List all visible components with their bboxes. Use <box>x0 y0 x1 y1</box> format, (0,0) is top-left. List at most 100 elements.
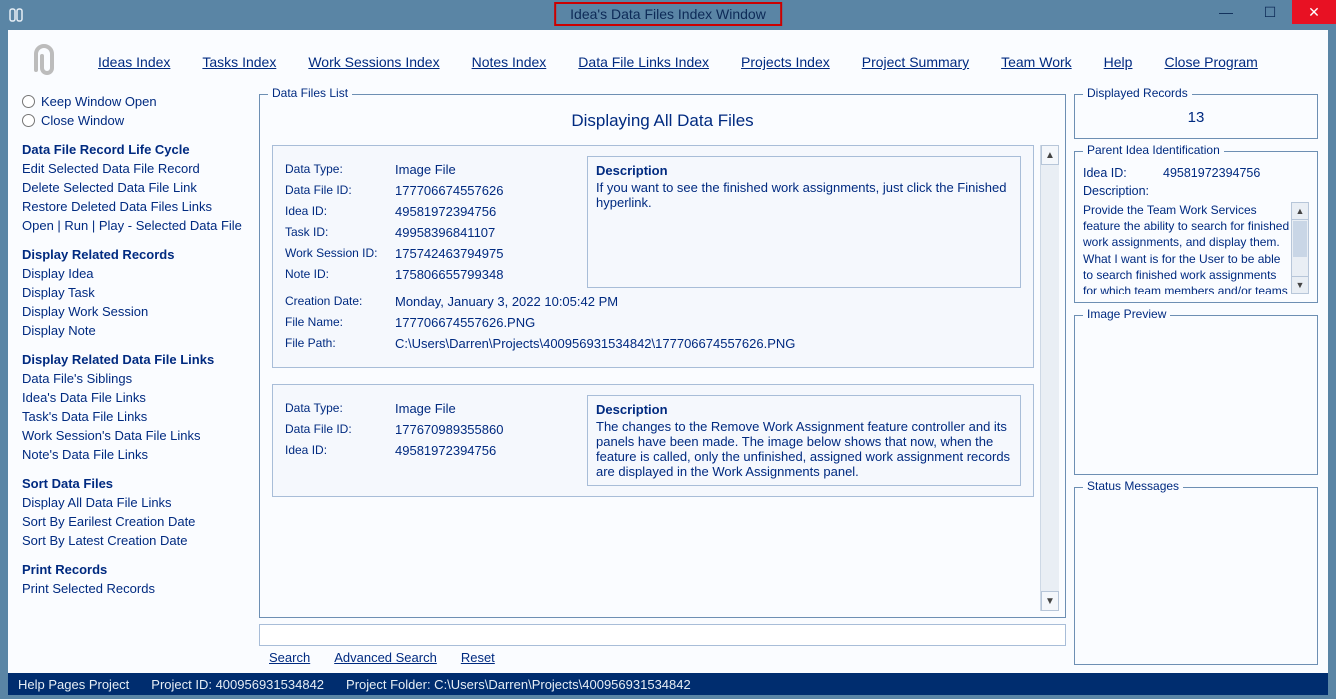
status-messages-group: Status Messages <box>1074 487 1318 665</box>
keep-window-open-radio[interactable]: Keep Window Open <box>22 94 247 109</box>
link-open-run-play[interactable]: Open | Run | Play - Selected Data File <box>22 218 247 233</box>
nav-notes-index[interactable]: Notes Index <box>472 54 547 70</box>
nav-help[interactable]: Help <box>1104 54 1133 70</box>
status-help-pages[interactable]: Help Pages Project <box>18 677 129 692</box>
link-ws-data-file-links[interactable]: Work Session's Data File Links <box>22 428 247 443</box>
link-display-all-links[interactable]: Display All Data File Links <box>22 495 247 510</box>
link-note-data-file-links[interactable]: Note's Data File Links <box>22 447 247 462</box>
label-data-file-id: Data File ID: <box>285 183 395 197</box>
value-data-type: Image File <box>395 401 456 416</box>
close-button[interactable]: ✕ <box>1292 0 1336 24</box>
label-task-id: Task ID: <box>285 225 395 239</box>
status-bar: Help Pages Project Project ID: 400956931… <box>8 673 1328 695</box>
search-link[interactable]: Search <box>269 650 310 665</box>
nav-work-sessions-index[interactable]: Work Sessions Index <box>308 54 439 70</box>
center-panel: Data Files List Displaying All Data File… <box>259 94 1066 665</box>
label-idea-id: Idea ID: <box>285 204 395 218</box>
data-files-list-group: Data Files List Displaying All Data File… <box>259 94 1066 618</box>
image-preview-group: Image Preview <box>1074 315 1318 475</box>
parent-desc-label: Description: <box>1083 184 1163 198</box>
parent-idea-legend: Parent Idea Identification <box>1083 143 1224 157</box>
displayed-records-legend: Displayed Records <box>1083 86 1192 100</box>
link-file-siblings[interactable]: Data File's Siblings <box>22 371 247 386</box>
nav-close-program[interactable]: Close Program <box>1164 54 1257 70</box>
status-messages-legend: Status Messages <box>1083 479 1183 493</box>
maximize-button[interactable]: ☐ <box>1248 0 1292 24</box>
nav-team-work[interactable]: Team Work <box>1001 54 1072 70</box>
left-panel: Keep Window Open Close Window Data File … <box>18 94 251 665</box>
label-file-path: File Path: <box>285 336 395 350</box>
nav-ideas-index[interactable]: Ideas Index <box>98 54 170 70</box>
heading-lifecycle: Data File Record Life Cycle <box>22 142 247 157</box>
label-file-name: File Name: <box>285 315 395 329</box>
records-list: Data Type:Image File Data File ID:177706… <box>266 145 1040 611</box>
record-description-box: Description The changes to the Remove Wo… <box>587 395 1021 486</box>
main-area: Keep Window Open Close Window Data File … <box>8 94 1328 673</box>
link-sort-earliest[interactable]: Sort By Earilest Creation Date <box>22 514 247 529</box>
search-input[interactable] <box>259 624 1066 646</box>
link-delete-link[interactable]: Delete Selected Data File Link <box>22 180 247 195</box>
window-controls: — ☐ ✕ <box>1204 0 1336 24</box>
value-data-file-id: 177706674557626 <box>395 183 503 198</box>
status-project-id: Project ID: 400956931534842 <box>151 677 324 692</box>
image-preview-legend: Image Preview <box>1083 307 1170 321</box>
parent-desc-scrollbar[interactable]: ▲ ▼ <box>1291 202 1309 294</box>
label-data-type: Data Type: <box>285 162 395 176</box>
link-display-work-session[interactable]: Display Work Session <box>22 304 247 319</box>
minimize-button[interactable]: — <box>1204 0 1248 24</box>
clip-icon <box>22 40 66 84</box>
heading-print: Print Records <box>22 562 247 577</box>
nav-project-summary[interactable]: Project Summary <box>862 54 969 70</box>
scroll-down-icon[interactable]: ▼ <box>1292 276 1308 293</box>
scroll-up-icon[interactable]: ▲ <box>1292 203 1308 220</box>
advanced-search-link[interactable]: Advanced Search <box>334 650 437 665</box>
parent-idea-id-label: Idea ID: <box>1083 166 1163 180</box>
heading-sort: Sort Data Files <box>22 476 247 491</box>
value-idea-id: 49581972394756 <box>395 204 496 219</box>
scroll-down-icon[interactable]: ▼ <box>1041 591 1059 611</box>
link-print-selected[interactable]: Print Selected Records <box>22 581 247 596</box>
value-task-id: 49958396841107 <box>395 225 495 240</box>
value-data-file-id: 177670989355860 <box>395 422 503 437</box>
records-scroll: Data Type:Image File Data File ID:177706… <box>266 145 1059 611</box>
link-restore-links[interactable]: Restore Deleted Data Files Links <box>22 199 247 214</box>
link-display-note[interactable]: Display Note <box>22 323 247 338</box>
label-data-type: Data Type: <box>285 401 395 415</box>
scroll-thumb[interactable] <box>1293 221 1307 257</box>
app-body: Ideas Index Tasks Index Work Sessions In… <box>8 30 1328 673</box>
nav-data-file-links-index[interactable]: Data File Links Index <box>578 54 709 70</box>
scroll-track[interactable] <box>1041 165 1059 591</box>
app-icon <box>8 6 26 24</box>
search-links: Search Advanced Search Reset <box>259 650 1066 665</box>
link-display-idea[interactable]: Display Idea <box>22 266 247 281</box>
close-window-label: Close Window <box>41 113 124 128</box>
heading-related-records: Display Related Records <box>22 247 247 262</box>
link-edit-record[interactable]: Edit Selected Data File Record <box>22 161 247 176</box>
parent-desc-value: Provide the Team Work Services feature t… <box>1083 202 1291 294</box>
record-description-box: Description If you want to see the finis… <box>587 156 1021 288</box>
keep-window-open-input[interactable] <box>22 95 35 108</box>
records-scrollbar[interactable]: ▲ ▼ <box>1040 145 1059 611</box>
label-note-id: Note ID: <box>285 267 395 281</box>
record-card[interactable]: Data Type:Image File Data File ID:177706… <box>272 145 1034 368</box>
scroll-track[interactable] <box>1292 258 1308 276</box>
link-sort-latest[interactable]: Sort By Latest Creation Date <box>22 533 247 548</box>
link-idea-data-file-links[interactable]: Idea's Data File Links <box>22 390 247 405</box>
label-description: Description <box>596 402 1012 417</box>
top-nav: Ideas Index Tasks Index Work Sessions In… <box>8 30 1328 94</box>
link-task-data-file-links[interactable]: Task's Data File Links <box>22 409 247 424</box>
scroll-up-icon[interactable]: ▲ <box>1041 145 1059 165</box>
label-data-file-id: Data File ID: <box>285 422 395 436</box>
label-idea-id: Idea ID: <box>285 443 395 457</box>
close-window-input[interactable] <box>22 114 35 127</box>
center-heading: Displaying All Data Files <box>266 111 1059 131</box>
value-description: If you want to see the finished work ass… <box>596 180 1012 210</box>
status-project-folder: Project Folder: C:\Users\Darren\Projects… <box>346 677 691 692</box>
reset-link[interactable]: Reset <box>461 650 495 665</box>
record-card[interactable]: Data Type:Image File Data File ID:177670… <box>272 384 1034 497</box>
nav-projects-index[interactable]: Projects Index <box>741 54 830 70</box>
close-window-radio[interactable]: Close Window <box>22 113 247 128</box>
link-display-task[interactable]: Display Task <box>22 285 247 300</box>
keep-window-open-label: Keep Window Open <box>41 94 157 109</box>
nav-tasks-index[interactable]: Tasks Index <box>202 54 276 70</box>
